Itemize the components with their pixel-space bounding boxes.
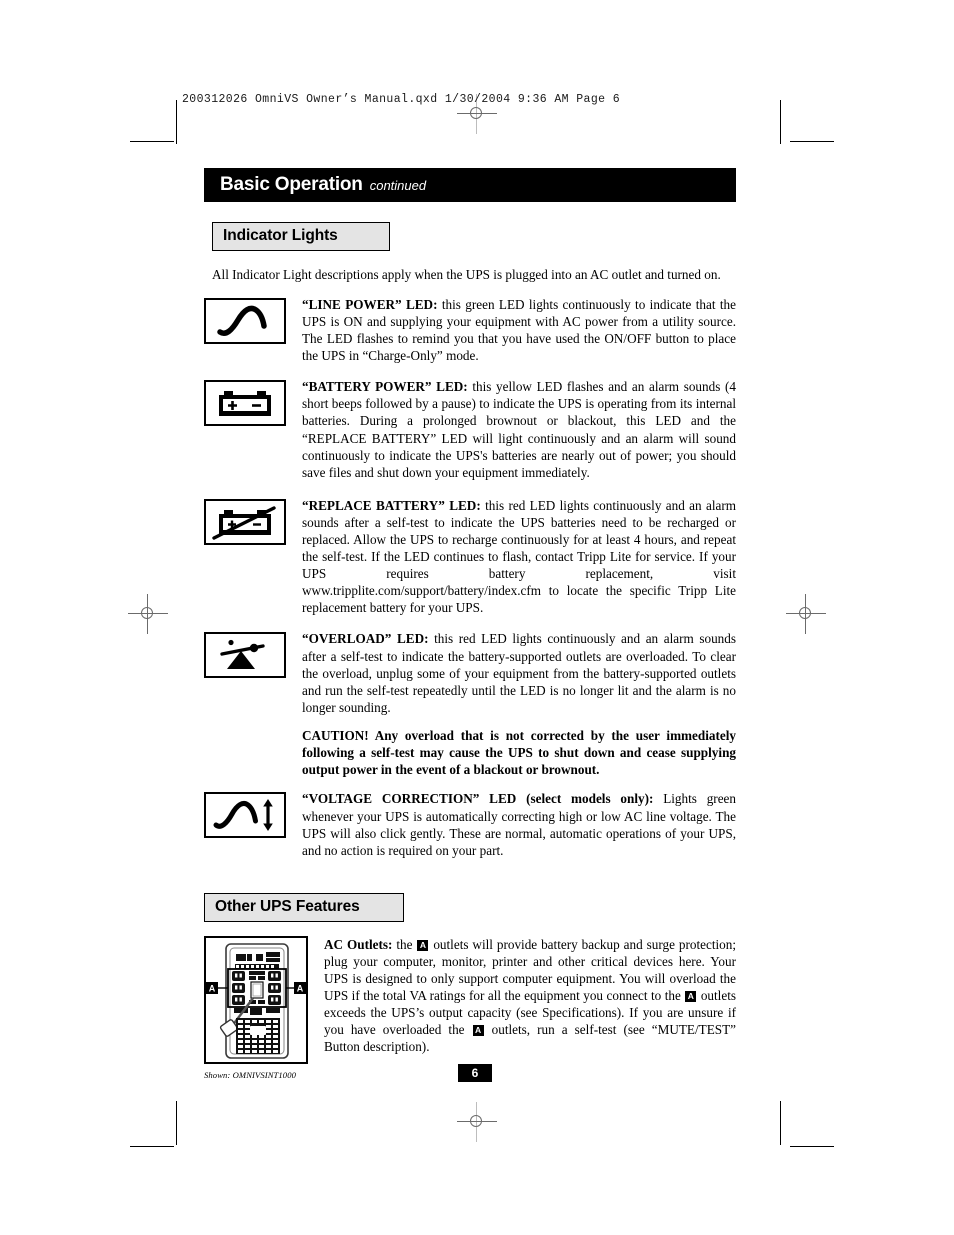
crop-mark-bottom-right-vertical: [780, 1101, 781, 1145]
crop-mark-bottom-left-horizontal: [130, 1146, 174, 1147]
indicator-item-label: “LINE POWER” LED:: [302, 296, 438, 312]
indicator-item-text: “BATTERY POWER” LED: this yellow LED fla…: [302, 378, 736, 481]
indicator-item-label: “BATTERY POWER” LED:: [302, 379, 468, 395]
outlet-marker-a-icon: A: [417, 939, 429, 951]
overload-seesaw-icon: [204, 632, 286, 679]
indicator-item-text: “LINE POWER” LED: this green LED lights …: [302, 296, 736, 364]
indicator-item-text: “OVERLOAD” LED: this red LED lights cont…: [302, 630, 736, 715]
icon-cell: [204, 378, 302, 481]
outlet-marker-a-icon: A: [472, 1025, 484, 1037]
ups-product-photo: A A: [204, 935, 308, 1064]
indicator-item-battery-power: “BATTERY POWER” LED: this yellow LED fla…: [204, 378, 736, 481]
heading-other-ups-features-label: Other UPS Features: [215, 897, 360, 915]
indicator-item-text: “VOLTAGE CORRECTION” LED (select models …: [302, 790, 736, 858]
icon-cell: [204, 790, 302, 858]
crop-mark-top-left-vertical: [176, 100, 177, 144]
icon-cell: [204, 497, 302, 617]
indicator-item-label: “VOLTAGE CORRECTION” LED (select models …: [302, 791, 654, 807]
battery-slash-icon: [204, 498, 286, 545]
sine-wave-icon: [204, 297, 286, 344]
caution-paragraph: CAUTION! Any overload that is not correc…: [302, 727, 736, 778]
crop-mark-top-right-vertical: [780, 100, 781, 144]
section-banner: Basic Operation continued: [204, 168, 736, 202]
indicator-item-body: this yellow LED flashes and an alarm sou…: [302, 379, 736, 480]
indicator-lights-intro: All Indicator Light descriptions apply w…: [212, 267, 721, 282]
heading-indicator-lights-label: Indicator Lights: [223, 227, 338, 244]
ac-outlets-label: AC Outlets:: [324, 936, 393, 952]
indicator-item-overload: “OVERLOAD” LED: this red LED lights cont…: [204, 630, 736, 715]
icon-cell: [204, 630, 302, 715]
crop-mark-top-right-horizontal: [790, 141, 834, 142]
battery-icon: [204, 380, 286, 427]
crop-mark-bottom-right-horizontal: [790, 1146, 834, 1147]
figure-caption: Shown: OMNIVSINT1000: [204, 1069, 296, 1080]
indicator-item-body: this red LED lights continuously and an …: [302, 497, 736, 616]
registration-mark-left: [128, 594, 168, 634]
quark-file-slug: 200312026 OmniVS Owner’s Manual.qxd 1/30…: [182, 93, 621, 106]
crop-mark-bottom-left-vertical: [176, 1101, 177, 1145]
crop-mark-top-left-horizontal: [130, 141, 174, 142]
indicator-item-text: “REPLACE BATTERY” LED: this red LED ligh…: [302, 497, 736, 617]
indicator-item-voltage-correction: “VOLTAGE CORRECTION” LED (select models …: [204, 790, 736, 858]
svg-text:A: A: [297, 983, 304, 993]
page-title-continued: continued: [369, 177, 427, 193]
indicator-item-replace-battery: “REPLACE BATTERY” LED: this red LED ligh…: [204, 497, 736, 617]
page-content: Basic Operation continued Indicator Ligh…: [204, 168, 736, 1080]
heading-indicator-lights: Indicator Lights: [212, 222, 390, 251]
ups-figure: A A Shown: OMNIVSINT1000: [204, 935, 316, 1080]
sine-wave-arrow-icon: [204, 792, 286, 839]
ac-outlets-paragraph: AC Outlets: the A outlets will provide b…: [316, 936, 736, 1080]
indicator-item-label: “REPLACE BATTERY” LED:: [302, 497, 481, 513]
outlet-marker-a-icon: A: [685, 991, 697, 1003]
registration-mark-bottom: [457, 1102, 497, 1142]
icon-cell: [204, 296, 302, 364]
indicator-item-label: “OVERLOAD” LED:: [302, 631, 429, 647]
registration-mark-right: [786, 594, 826, 634]
ac-outlets-row: A A Shown: OMNIVSINT1000 AC Outlets: the…: [204, 935, 736, 1080]
page-number-badge: 6: [458, 1064, 492, 1082]
svg-text:A: A: [209, 983, 216, 993]
indicator-item-line-power: “LINE POWER” LED: this green LED lights …: [204, 296, 736, 364]
page-title: Basic Operation: [220, 174, 363, 195]
heading-other-ups-features: Other UPS Features: [204, 892, 404, 922]
ac-outlets-text-1: the: [392, 936, 417, 952]
